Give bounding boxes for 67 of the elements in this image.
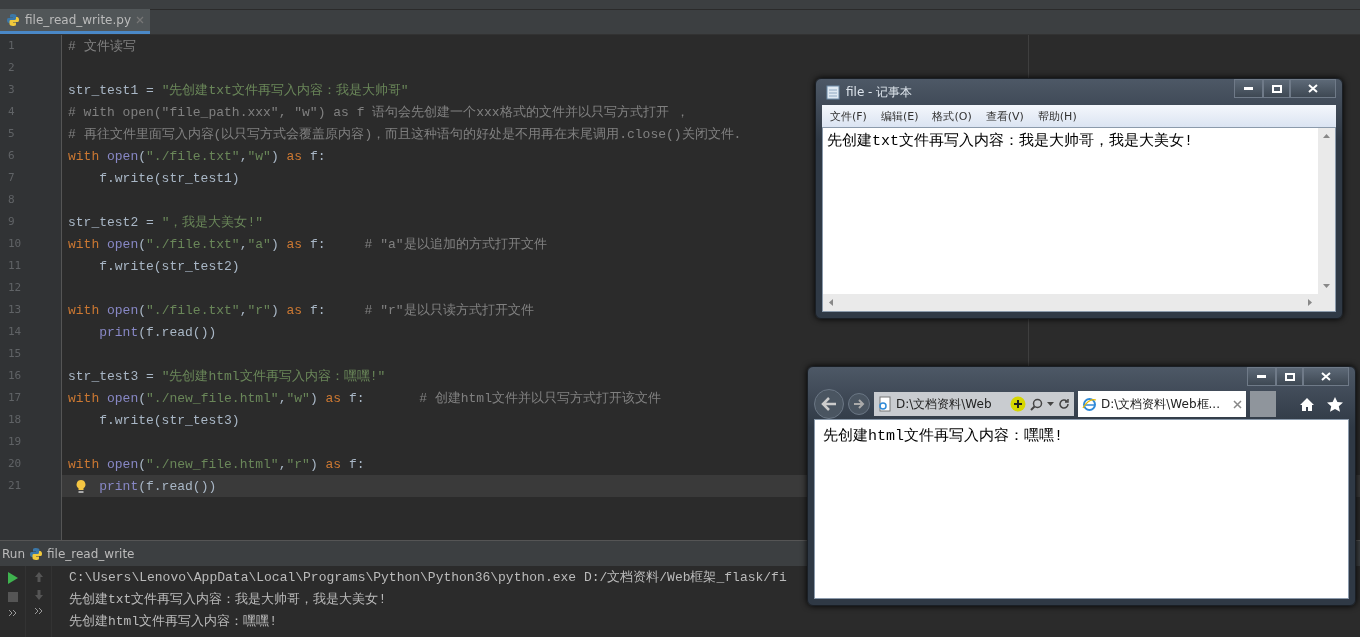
code-line: print(f.read()) [99, 478, 217, 494]
minimize-button[interactable] [1247, 367, 1276, 386]
forward-button[interactable] [848, 393, 870, 415]
refresh-icon[interactable] [1058, 398, 1070, 410]
browser-tab[interactable]: D:\文档资料\Web框... [1078, 391, 1246, 417]
code-line: with open("./file.txt","w") as f: [68, 148, 326, 164]
run-config-name: file_read_write [47, 546, 135, 561]
caret-icon[interactable] [1047, 402, 1054, 406]
search-icon[interactable] [1030, 397, 1043, 411]
notepad-icon [826, 84, 840, 100]
code-line: with open("./new_file.html","r") as f: [68, 456, 365, 472]
code-line: f.write(str_test3) [99, 412, 240, 428]
code-line: print(f.read()) [99, 324, 217, 340]
python-file-icon [29, 546, 43, 561]
code-line: str_test3 = "先创建html文件再写入内容：嘿嘿!" [68, 368, 386, 385]
scroll-down-icon[interactable] [1323, 284, 1330, 288]
close-icon [1308, 84, 1318, 93]
console-output-line: 先创建txt文件再写入内容：我是大帅哥，我是大美女! [69, 591, 388, 609]
plus-icon[interactable] [1010, 396, 1026, 412]
scroll-right-icon[interactable] [1308, 299, 1312, 306]
menu-item[interactable]: 编辑(E) [880, 108, 919, 124]
code-line: f.write(str_test2) [99, 258, 240, 274]
code-line: # 文件读写 [68, 38, 136, 55]
menu-item[interactable]: 帮助(H) [1037, 108, 1077, 124]
code-line: str_test1 = "先创建txt文件再写入内容：我是大帅哥" [68, 82, 409, 99]
code-line: str_test2 = "，我是大美女!" [68, 214, 264, 231]
console-output-line: C:\Users\Lenovo\AppData\Local\Programs\Python\Python36\python.exe D:/文档资料/Web框架_flask/fi [69, 569, 788, 587]
close-icon[interactable] [1233, 399, 1242, 409]
code-line: # 再往文件里面写入内容(以只写方式会覆盖原内容)，而且这种语句的好处是不用再在末尾调用.close()关闭文件. [68, 126, 742, 143]
window-title: file - 记事本 [846, 83, 914, 101]
code-line: with open("./file.txt","r") as f: # "r"是以只读方式打开文件 [68, 302, 534, 319]
scroll-left-icon[interactable] [829, 299, 833, 306]
close-button[interactable] [1303, 367, 1349, 386]
code-line: f.write(str_test1) [99, 170, 240, 186]
editor-tab[interactable]: file_read_write.py [0, 9, 150, 34]
close-icon [1321, 372, 1331, 381]
console-output-line: 先创建html文件再写入内容：嘿嘿! [69, 613, 278, 631]
menu-item[interactable]: 文件(F) [830, 108, 867, 124]
double-chevron-icon[interactable] [33, 607, 44, 615]
page-icon [878, 396, 892, 412]
document-text: 先创建txt文件再写入内容：我是大帅哥，我是大美女! [826, 131, 1194, 152]
close-button[interactable] [1290, 79, 1336, 98]
menu-item[interactable]: 查看(V) [985, 108, 1024, 124]
maximize-icon [1284, 372, 1295, 381]
scroll-up-icon[interactable] [1323, 134, 1330, 138]
code-line: with open("./file.txt","a") as f: # "a"是以追加的方式打开文件 [68, 236, 547, 253]
lightbulb-icon[interactable] [75, 478, 87, 494]
address-bar[interactable]: D:\文档资料\Web [874, 392, 1074, 416]
run-label: Run [2, 546, 25, 561]
python-file-icon [6, 13, 20, 27]
code-line: with open("./new_file.html","w") as f: # 创建html文件并以只写方式打开该文件 [68, 390, 661, 407]
menu-item[interactable]: 格式(O) [932, 108, 972, 124]
play-icon[interactable] [6, 571, 19, 585]
double-chevron-icon[interactable] [7, 609, 18, 617]
arrow-left-icon [821, 397, 837, 411]
maximize-button[interactable] [1276, 367, 1303, 386]
page-text: 先创建html文件再写入内容：嘿嘿! [823, 426, 1064, 445]
minimize-button[interactable] [1234, 79, 1263, 98]
maximize-button[interactable] [1263, 79, 1290, 98]
maximize-icon [1271, 84, 1282, 93]
back-button[interactable] [814, 389, 844, 419]
minimize-icon [1244, 87, 1253, 90]
home-icon[interactable] [1299, 396, 1315, 412]
browser-page-icon [1082, 396, 1097, 412]
star-icon[interactable] [1327, 396, 1343, 412]
minimize-icon [1257, 375, 1266, 378]
arrow-right-icon [853, 399, 865, 409]
